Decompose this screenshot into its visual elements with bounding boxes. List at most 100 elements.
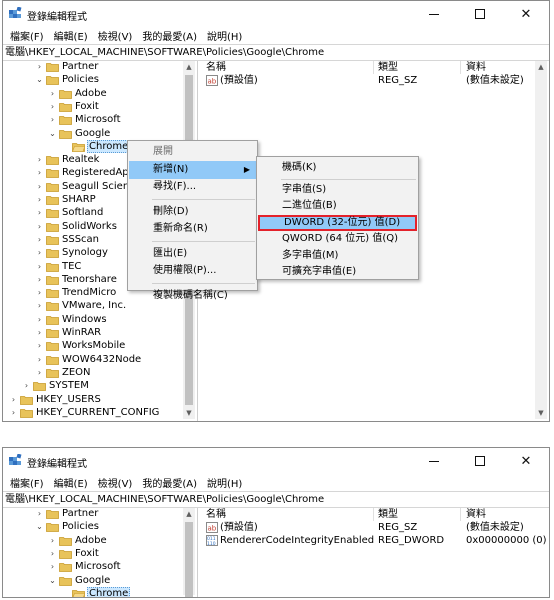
column-data-header[interactable]: 資料 (466, 61, 486, 74)
menu-item[interactable]: 匯出(E) (129, 245, 256, 263)
tree-item-label: HKEY_USERS (36, 393, 101, 405)
chevron-down-icon[interactable]: ⌄ (35, 520, 44, 533)
minimize-button[interactable] (411, 448, 457, 474)
chevron-right-icon[interactable]: › (35, 193, 44, 206)
scroll-up-icon[interactable]: ▲ (183, 508, 195, 520)
column-type-header[interactable]: 類型 (378, 61, 398, 74)
tree-item-label: RegisteredAp (62, 167, 129, 179)
menu-item[interactable]: 重新命名(R) (129, 220, 256, 238)
value-name: RendererCodeIntegrityEnabled (220, 535, 375, 546)
tree-item-label: WorksMobile (62, 340, 126, 352)
folder-icon (46, 182, 59, 192)
scroll-down-icon[interactable]: ▼ (535, 407, 547, 419)
chevron-right-icon[interactable]: › (35, 61, 44, 73)
menu-item-label: 字串值(S) (282, 183, 327, 195)
address-bar[interactable]: 電腦\HKEY_LOCAL_MACHINE\SOFTWARE\Policies\… (3, 491, 549, 508)
column-name-header[interactable]: 名稱 (206, 508, 226, 521)
chevron-right-icon[interactable]: › (9, 393, 18, 406)
menu-item[interactable]: 使用權限(P)... (129, 262, 256, 280)
chevron-right-icon[interactable]: › (35, 313, 44, 326)
chevron-right-icon[interactable]: › (48, 534, 57, 547)
close-button[interactable]: ✕ (503, 1, 549, 27)
folder-icon (46, 328, 59, 338)
chevron-right-icon[interactable]: › (48, 87, 57, 100)
window-title: 登錄編輯程式 (27, 459, 87, 470)
chevron-down-icon[interactable]: ⌄ (48, 574, 57, 587)
chevron-right-icon[interactable]: › (35, 220, 44, 233)
value-row[interactable]: ab (預設值) REG_SZ (數值未設定) (200, 74, 549, 87)
menu-edit[interactable]: 編輯(E) (49, 28, 93, 43)
menu-view[interactable]: 檢視(V) (93, 28, 138, 43)
menu-item[interactable]: QWORD (64 位元) 值(Q) (258, 231, 417, 247)
chevron-right-icon[interactable]: › (35, 339, 44, 352)
scroll-thumb[interactable] (185, 522, 193, 597)
menu-item-label: 使用權限(P)... (153, 265, 217, 276)
chevron-right-icon[interactable]: › (48, 547, 57, 560)
menu-help[interactable]: 說明(H) (202, 28, 247, 43)
value-row[interactable]: 011 110 RendererCodeIntegrityEnabled REG_DW… (200, 534, 549, 547)
menu-favorites[interactable]: 我的最愛(A) (137, 475, 202, 490)
menu-item[interactable]: DWORD (32-位元) 值(D) (258, 214, 417, 231)
chevron-right-icon[interactable]: › (35, 508, 44, 520)
menu-item[interactable]: 二進位值(B) (258, 198, 417, 214)
chevron-down-icon[interactable]: ⌄ (35, 73, 44, 86)
chevron-right-icon[interactable]: › (35, 273, 44, 286)
chevron-right-icon[interactable]: › (35, 260, 44, 273)
chevron-right-icon[interactable]: › (35, 166, 44, 179)
menu-file[interactable]: 檔案(F) (5, 475, 49, 490)
values-header: 名稱 類型 資料 (200, 61, 549, 74)
folder-icon (46, 275, 59, 285)
chevron-right-icon[interactable]: › (35, 233, 44, 246)
chevron-right-icon[interactable]: › (35, 180, 44, 193)
value-name: (預設值) (220, 75, 258, 86)
maximize-button[interactable] (457, 448, 503, 474)
menu-view[interactable]: 檢視(V) (93, 475, 138, 490)
menu-item[interactable]: 複製機碼名稱(C) (129, 287, 256, 305)
menu-item[interactable]: 字串值(S) (258, 182, 417, 198)
folder-icon (46, 208, 59, 219)
menu-favorites[interactable]: 我的最愛(A) (137, 28, 202, 43)
scroll-up-icon[interactable]: ▲ (535, 61, 547, 73)
chevron-right-icon[interactable]: › (48, 100, 57, 113)
column-data-header[interactable]: 資料 (466, 508, 486, 521)
tree-item-label: Google (75, 574, 111, 586)
menu-help[interactable]: 說明(H) (202, 475, 247, 490)
menu-item[interactable]: 機碼(K) (258, 160, 417, 176)
chevron-right-icon[interactable]: › (9, 406, 18, 419)
menu-item[interactable]: 尋找(F)... (129, 178, 256, 196)
chevron-right-icon[interactable]: › (35, 299, 44, 312)
minimize-button[interactable] (411, 1, 457, 27)
menu-item[interactable]: 新增(N) ▶ (129, 160, 256, 179)
menu-edit[interactable]: 編輯(E) (49, 475, 93, 490)
chevron-right-icon[interactable]: › (35, 153, 44, 166)
tree-vertical-scrollbar[interactable]: ▲ (183, 508, 195, 597)
chevron-right-icon[interactable]: › (35, 206, 44, 219)
address-bar[interactable]: 電腦\HKEY_LOCAL_MACHINE\SOFTWARE\Policies\… (3, 44, 549, 61)
chevron-right-icon[interactable]: › (35, 326, 44, 339)
menu-item[interactable]: 可擴充字串值(E) (258, 264, 417, 280)
column-type-header[interactable]: 類型 (378, 508, 398, 521)
chevron-right-icon[interactable]: › (35, 286, 44, 299)
key-tree-pane[interactable]: ▲ › Partner ⌄ Policies › Adobe › Foxit › Microsof… (3, 508, 198, 597)
values-vertical-scrollbar[interactable]: ▲ ▼ (535, 61, 547, 419)
column-name-header[interactable]: 名稱 (206, 61, 226, 74)
maximize-button[interactable] (457, 1, 503, 27)
menu-file[interactable]: 檔案(F) (5, 28, 49, 43)
value-row[interactable]: ab (預設值) REG_SZ (數值未設定) (200, 521, 549, 534)
chevron-right-icon[interactable]: › (22, 379, 31, 392)
scroll-up-icon[interactable]: ▲ (183, 61, 195, 73)
folder-icon (46, 75, 59, 86)
chevron-right-icon[interactable]: › (35, 366, 44, 379)
chevron-right-icon[interactable]: › (48, 560, 57, 573)
chevron-right-icon[interactable]: › (35, 353, 44, 366)
chevron-right-icon[interactable]: › (35, 246, 44, 259)
scroll-down-icon[interactable]: ▼ (183, 407, 195, 419)
chevron-down-icon[interactable]: ⌄ (48, 127, 57, 140)
menu-item[interactable]: 多字串值(M) (258, 248, 417, 264)
values-pane[interactable]: 名稱 類型 資料 ab (預設值) REG_SZ (數值未設定) 011 110 Rende… (200, 508, 549, 597)
svg-text:ab: ab (208, 78, 217, 86)
menu-item-label: 機碼(K) (282, 162, 317, 173)
menu-item[interactable]: 刪除(D) (129, 203, 256, 221)
chevron-right-icon[interactable]: › (48, 113, 57, 126)
close-button[interactable]: ✕ (503, 448, 549, 474)
